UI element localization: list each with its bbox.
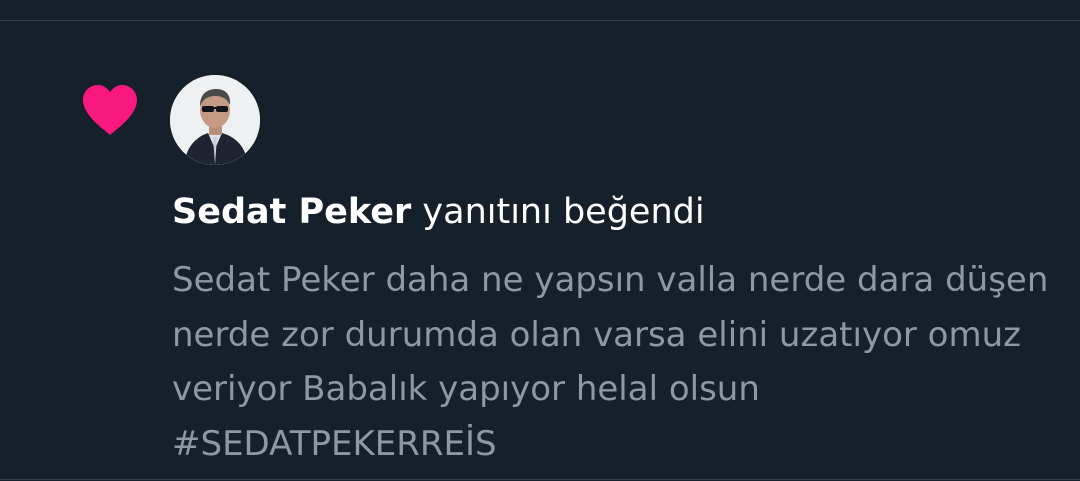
like-notification[interactable]: Sedat Peker yanıtını beğendi Sedat Peker… — [0, 21, 1080, 479]
notification-headline: Sedat Peker yanıtını beğendi — [172, 189, 1052, 235]
heart-icon — [83, 85, 137, 135]
avatar[interactable] — [170, 75, 260, 165]
notifications-screen: Sedat Peker yanıtını beğendi Sedat Peker… — [0, 0, 1080, 481]
action-text: yanıtını beğendi — [422, 192, 705, 232]
liked-reply-text[interactable]: Sedat Peker daha ne yapsın valla nerde d… — [172, 253, 1052, 471]
divider — [0, 479, 1080, 480]
author-name[interactable]: Sedat Peker — [172, 192, 411, 232]
profile-photo-icon — [170, 75, 260, 165]
